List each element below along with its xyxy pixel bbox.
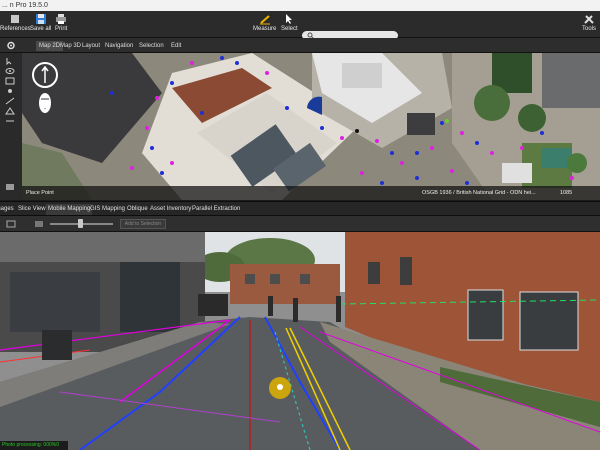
polygon-icon[interactable] [5, 107, 15, 115]
tools-button[interactable]: Tools [582, 13, 596, 32]
svg-text:-: - [44, 106, 46, 112]
print-icon [56, 14, 67, 24]
references-icon [11, 15, 20, 23]
tab-gis-mapping[interactable]: GIS Mapping [88, 204, 127, 215]
map-side-tools [0, 53, 22, 200]
print-label: Print [55, 26, 68, 32]
tools-icon [584, 15, 594, 24]
edit-menu[interactable]: Edit [168, 41, 184, 51]
select-button[interactable]: Select [281, 13, 298, 32]
save-all-label: Save all [30, 26, 52, 32]
cursor-icon [286, 14, 293, 24]
settings-dropdown[interactable] [18, 41, 24, 51]
tab-slice-view[interactable]: Slice View [16, 204, 48, 215]
tab-layout[interactable]: Layout [79, 41, 103, 51]
references-label: References [0, 26, 31, 32]
ribbon-toolbar: References Save all Print Measure Select… [0, 11, 600, 40]
select-tool-icon[interactable] [5, 57, 15, 65]
extent-icon[interactable] [5, 183, 15, 191]
image-slider-thumb[interactable] [78, 219, 83, 228]
tab-asset-inventory[interactable]: Asset Inventory [148, 204, 193, 215]
tools-label: Tools [582, 26, 597, 32]
save-all-button[interactable]: Save all [30, 13, 51, 32]
measure-label: Measure [253, 26, 277, 32]
map-status-bar: Place Point OSGB 1936 / British National… [22, 186, 600, 200]
map-toolbar: Map 2D Map 3D Layout Navigation Selectio… [0, 38, 600, 53]
photo-processing-status: Photo processing: 000%0 [2, 442, 59, 448]
gear-icon[interactable] [6, 41, 16, 50]
point-icon[interactable] [5, 87, 15, 95]
layers-icon[interactable] [6, 220, 16, 228]
aerial-map-view[interactable]: - [22, 53, 600, 200]
select-label: Select [281, 26, 298, 32]
bottom-status-bar: Photo processing: 000%0 [0, 441, 68, 450]
measure-tool-icon[interactable] [5, 117, 15, 125]
measure-icon [259, 15, 270, 25]
measure-button[interactable]: Measure [253, 13, 276, 32]
save-icon [35, 14, 46, 24]
panel-tabs: Images Slice View Mobile Mapping GIS Map… [0, 201, 600, 216]
eye-icon[interactable] [5, 67, 15, 75]
tab-images[interactable]: Images [0, 204, 16, 215]
selection-menu[interactable]: Selection [136, 41, 167, 51]
tab-oblique[interactable]: Oblique [125, 204, 150, 215]
app-window: ... n Pro 19.5.0 References Save all Pri… [0, 0, 600, 450]
tab-parallel-extraction[interactable]: Parallel Extraction [190, 204, 242, 215]
mobile-mapping-toolbar: Add to Selection [0, 216, 600, 232]
add-to-selection-button[interactable]: Add to Selection [120, 219, 166, 229]
line-icon[interactable] [5, 97, 15, 105]
street-view-panel[interactable] [0, 232, 600, 450]
map-scale-value: 1085 [560, 190, 573, 196]
crs-label: OSGB 1936 / British National Grid - ODN … [422, 190, 536, 196]
camera-icon[interactable] [34, 219, 44, 229]
tab-mobile-mapping[interactable]: Mobile Mapping [46, 204, 93, 215]
aerial-image: - [22, 53, 600, 200]
street-image [0, 232, 600, 450]
map-status-left: Place Point [26, 190, 54, 196]
layer-icon[interactable] [5, 77, 15, 85]
window-title: ... n Pro 19.5.0 [2, 2, 48, 9]
print-button[interactable]: Print [55, 13, 67, 32]
title-bar: ... n Pro 19.5.0 [0, 0, 600, 11]
navigation-menu[interactable]: Navigation [102, 41, 136, 51]
references-button[interactable]: References [0, 13, 31, 32]
